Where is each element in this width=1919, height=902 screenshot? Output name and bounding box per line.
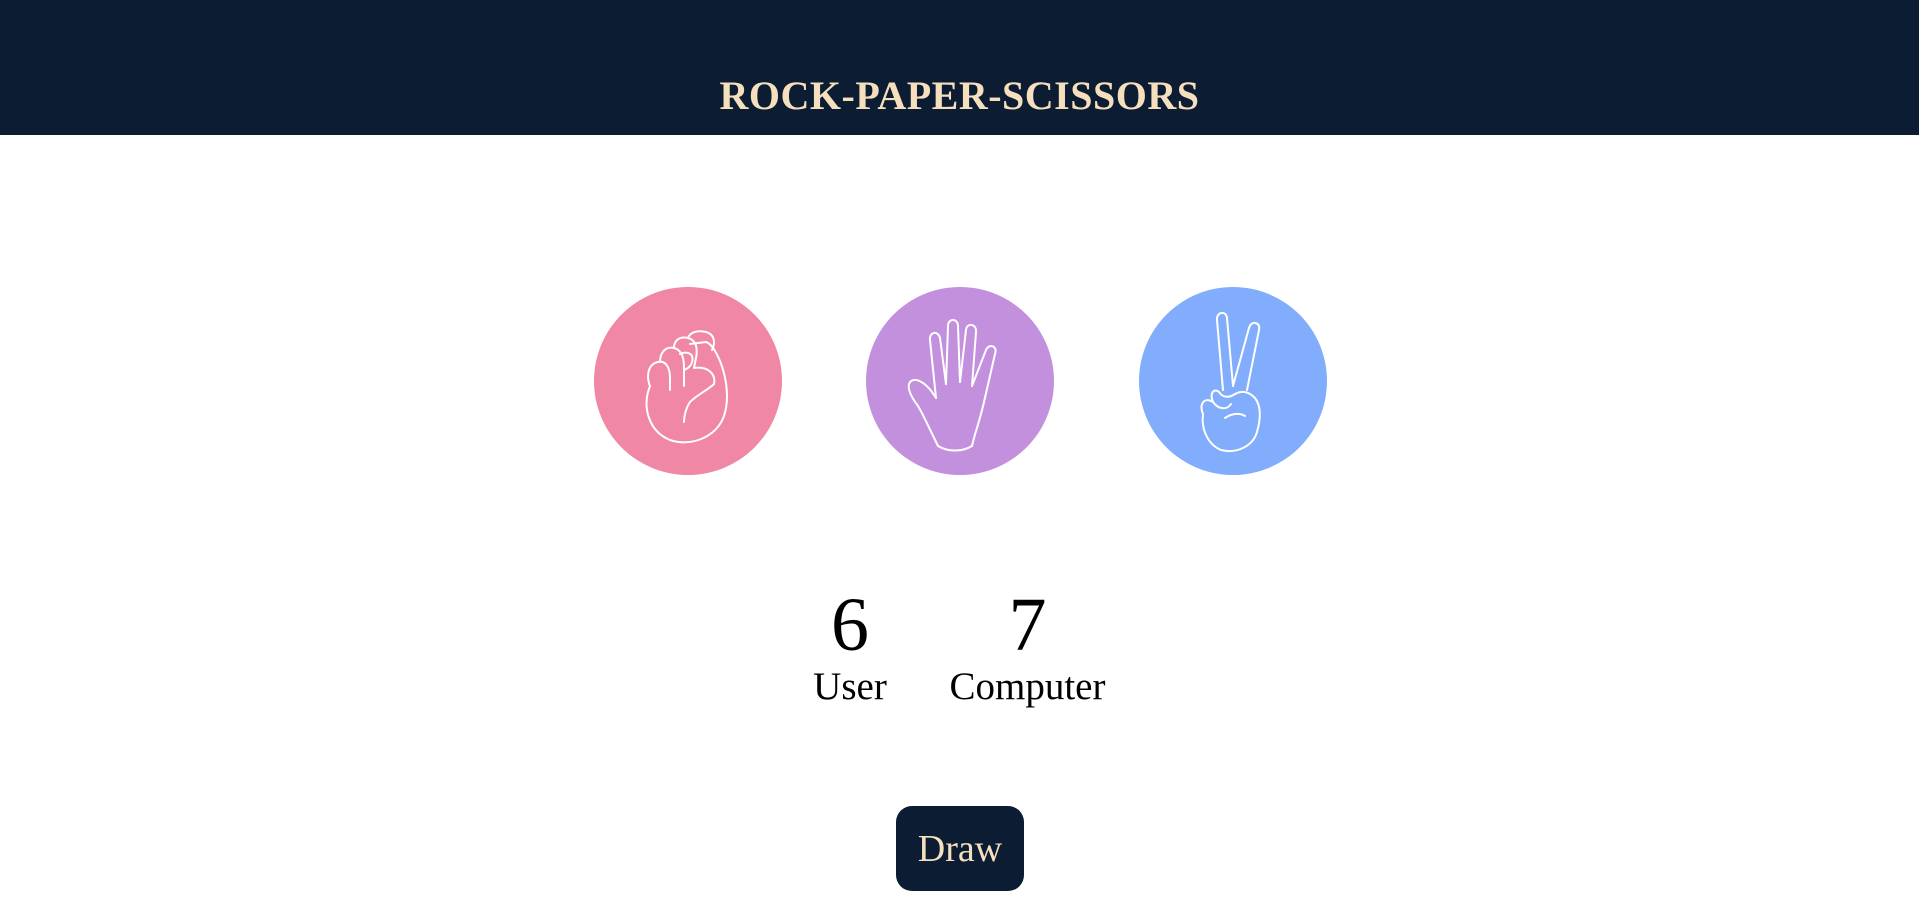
page-title: ROCK-PAPER-SCISSORS [719,73,1200,118]
paper-hand-icon [907,319,997,452]
user-score: 6 User [800,585,900,709]
computer-score-label: Computer [949,665,1106,708]
user-score-label: User [813,665,887,708]
rock-fist-icon [645,330,728,444]
paper-choice-button[interactable] [866,287,1054,475]
rock-choice-button[interactable] [594,287,782,475]
scissors-choice-button[interactable] [1139,287,1327,475]
scissors-hand-icon [1200,312,1261,452]
user-score-value: 6 [831,583,869,667]
draw-button[interactable]: Draw [896,806,1024,891]
computer-score-value: 7 [1008,583,1047,667]
computer-score: 7 Computer [940,585,1115,709]
